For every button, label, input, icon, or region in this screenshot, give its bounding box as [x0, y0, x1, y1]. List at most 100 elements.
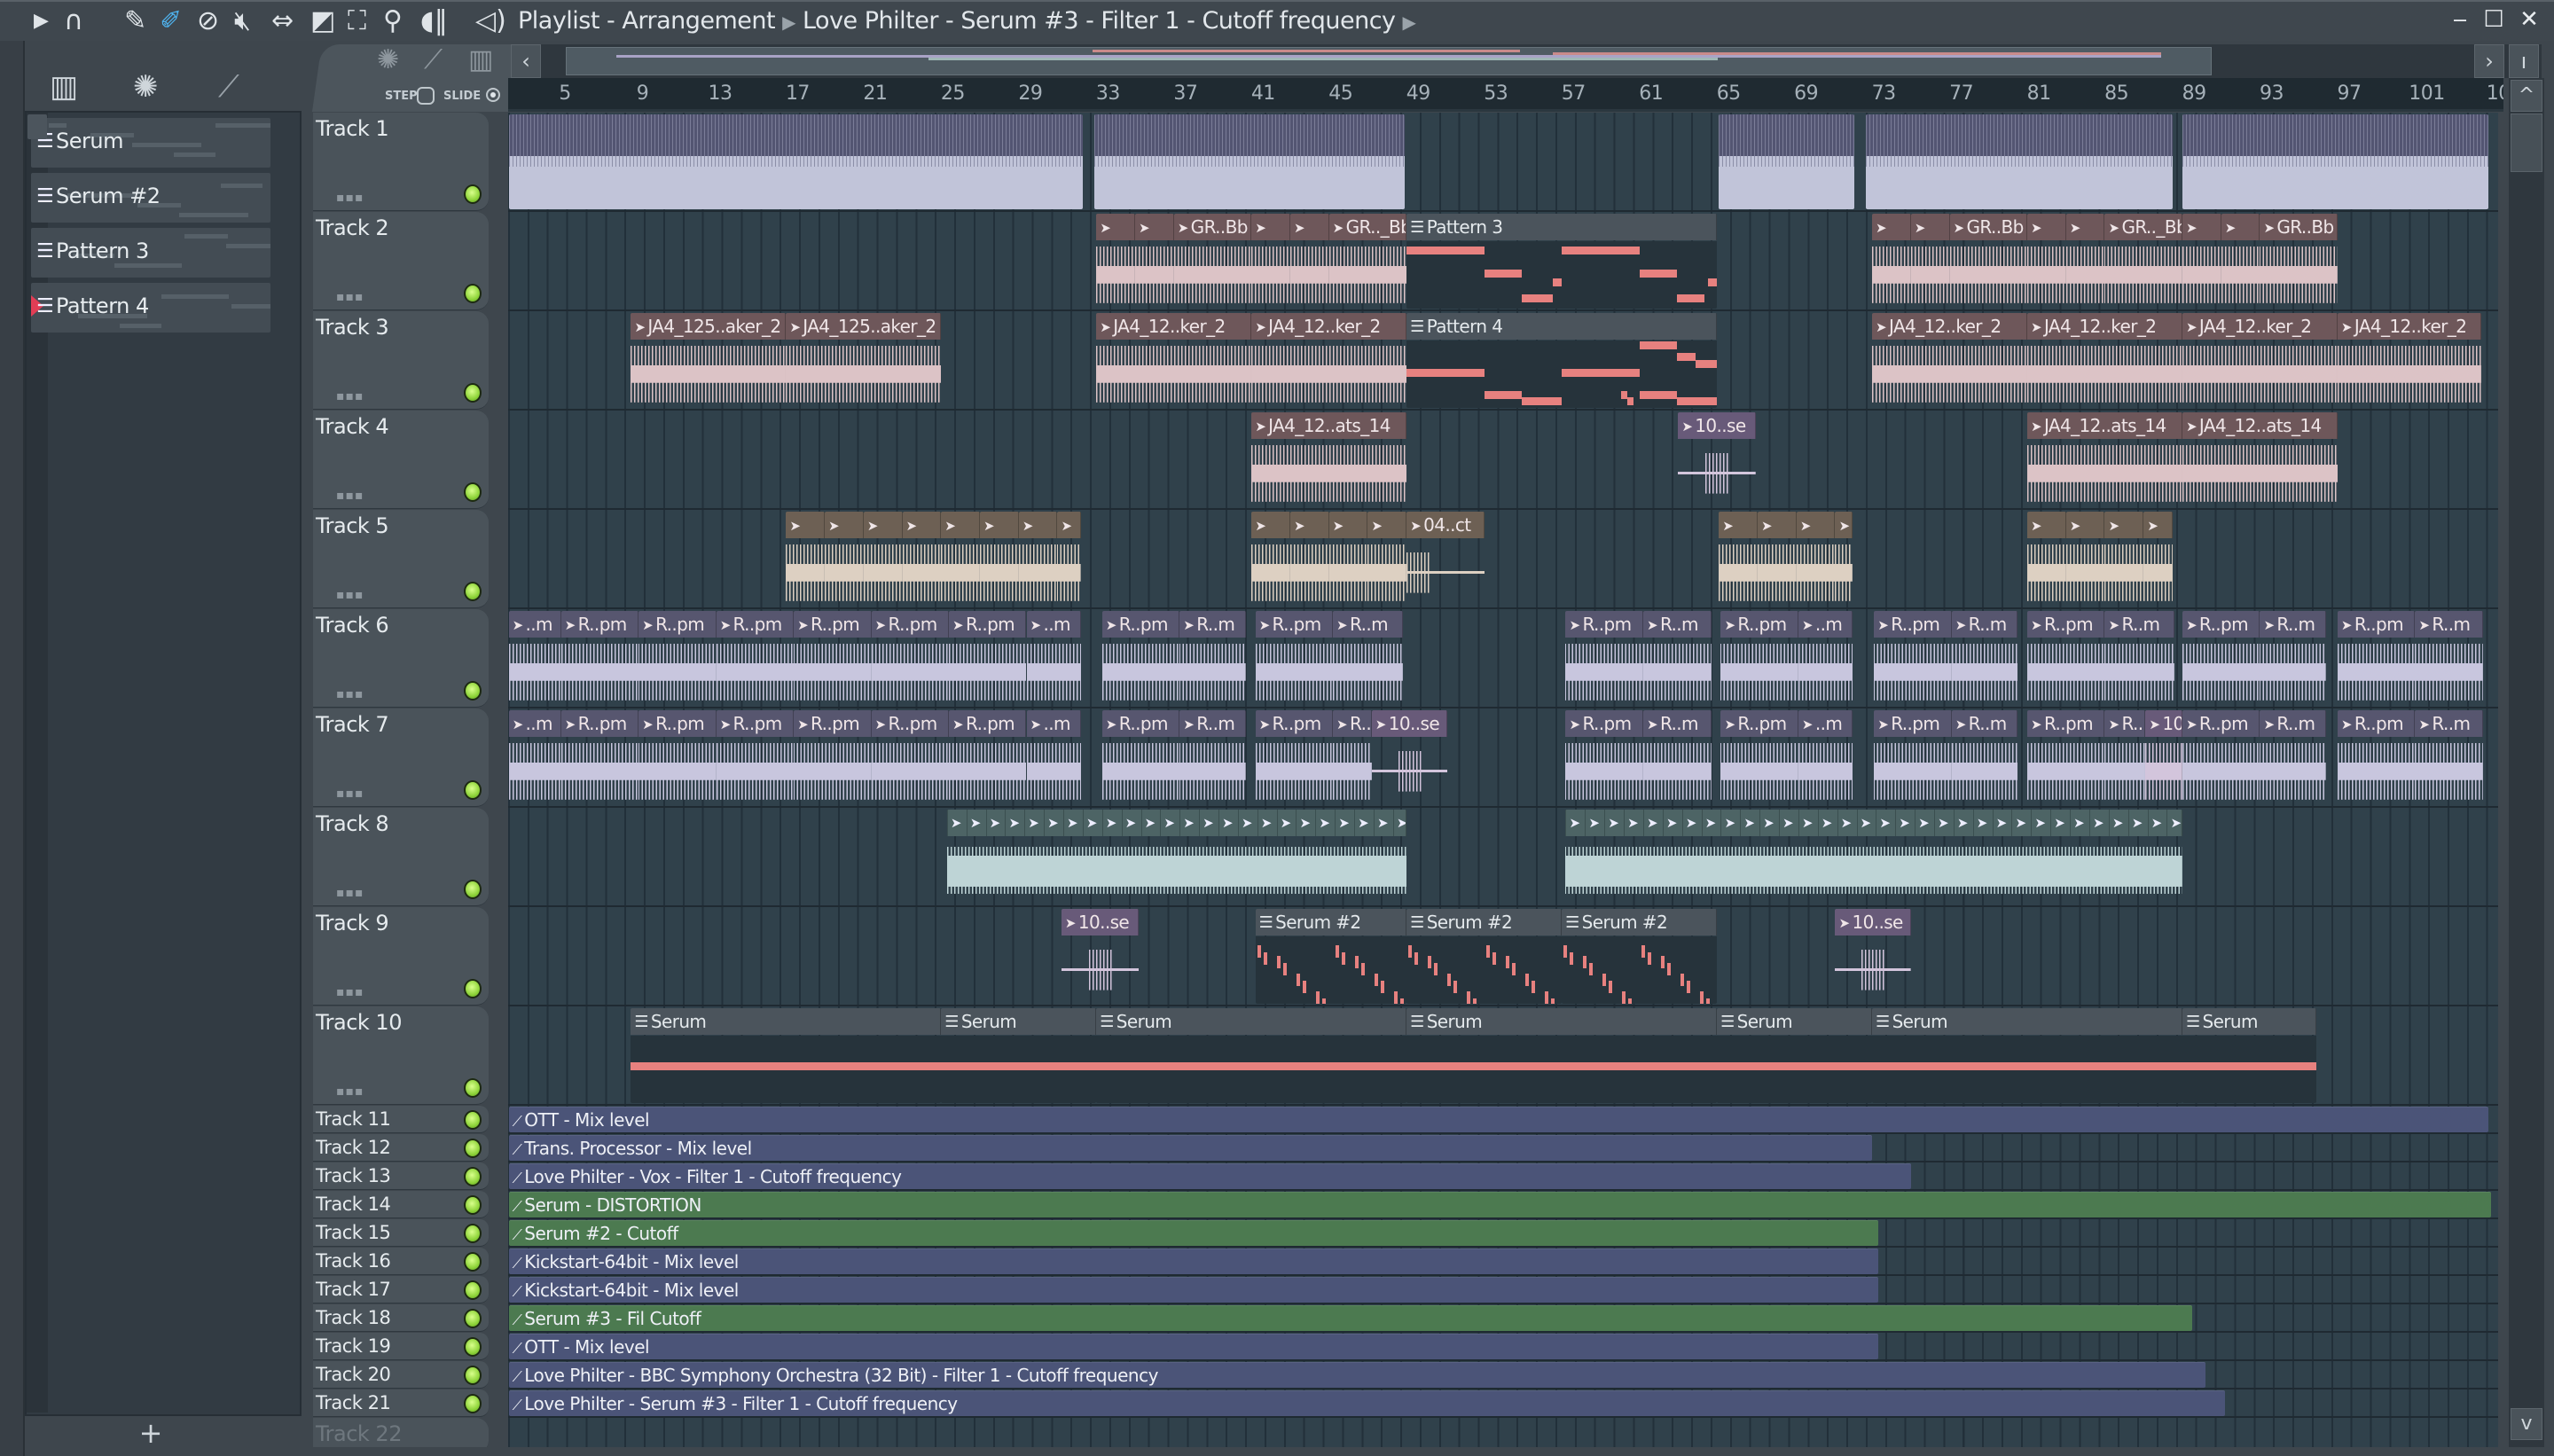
- audio-clip[interactable]: ➤: [1289, 214, 1329, 309]
- audio-clip[interactable]: ➤: [2182, 214, 2221, 309]
- audio-clip[interactable]: ➤ R..pm: [949, 710, 1027, 805]
- track-enable-led[interactable]: [464, 780, 482, 800]
- pattern-clip[interactable]: ☰ Serum: [2182, 1008, 2316, 1103]
- audio-clip[interactable]: ➤: [2065, 512, 2105, 607]
- audio-clip[interactable]: [1866, 114, 2173, 209]
- maximize-button[interactable]: ☐: [2478, 4, 2510, 35]
- audio-clip[interactable]: ➤ R..pm: [1565, 710, 1643, 805]
- speaker-icon[interactable]: ◁): [475, 5, 506, 37]
- audio-clip[interactable]: ➤ ➤ ➤ ➤ ➤ ➤ ➤ ➤ ➤ ➤ ➤ ➤ ➤ ➤ ➤ ➤ ➤ ➤ ➤ ➤ ➤ ➤ ➤ ➤: [946, 810, 1407, 904]
- minimize-button[interactable]: ‒: [2444, 4, 2476, 35]
- select-icon[interactable]: ⛶: [348, 5, 366, 37]
- audio-clip[interactable]: ➤R..m: [2415, 710, 2483, 805]
- pencil-icon[interactable]: ✎: [124, 5, 146, 37]
- pattern-clip[interactable]: ☰ Serum #2: [1406, 909, 1563, 1004]
- automation-clip[interactable]: ⟋ Serum #3 - Fil Cutoff: [508, 1305, 2192, 1331]
- pattern-clip[interactable]: ☰ Serum: [941, 1008, 1097, 1103]
- track-enable-led[interactable]: [464, 681, 482, 701]
- audio-clip[interactable]: ➤ R..pm: [794, 710, 872, 805]
- track-enable-led[interactable]: [464, 1139, 482, 1158]
- track-options-icon[interactable]: ▪▪▪: [336, 787, 364, 801]
- audio-clip[interactable]: ➤ ..m: [1798, 710, 1853, 805]
- audio-clip[interactable]: ➤ R..pm: [1101, 611, 1180, 706]
- audio-clip[interactable]: ➤: [2143, 512, 2173, 607]
- track-enable-led[interactable]: [464, 1394, 482, 1413]
- track-header[interactable]: Track 21: [313, 1389, 489, 1417]
- track-enable-led[interactable]: [464, 1110, 482, 1130]
- zoom-icon[interactable]: ⚲: [383, 5, 403, 37]
- audio-clip[interactable]: ➤10..se: [1371, 710, 1448, 805]
- audio-clip[interactable]: [2182, 114, 2489, 209]
- scroll-down-button[interactable]: v: [2511, 1408, 2542, 1440]
- track-header[interactable]: Track 4 ▪▪▪: [313, 411, 489, 509]
- automation-clip[interactable]: ⟋ Love Philter - BBC Symphony Orchestra (…: [508, 1362, 2206, 1388]
- audio-clip[interactable]: ➤R..m: [1642, 611, 1712, 706]
- audio-clip[interactable]: ➤ JA4_12..ker_2: [2337, 313, 2481, 408]
- paint-brush-icon[interactable]: ✐: [160, 5, 182, 37]
- track-enable-led[interactable]: [464, 184, 482, 204]
- audio-clip[interactable]: ➤ R..pm: [2182, 611, 2260, 706]
- audio-clip[interactable]: ➤ JA4_12..ats_14: [2026, 412, 2182, 507]
- audio-clip[interactable]: ➤ GR..Bb: [2260, 214, 2338, 309]
- audio-clip[interactable]: ➤10..se: [2145, 710, 2182, 805]
- track-options-icon[interactable]: ▪▪▪: [336, 1084, 364, 1099]
- audio-clip[interactable]: ➤ R..pm: [794, 611, 872, 706]
- audio-clip[interactable]: ➤ 04..ct: [1406, 512, 1485, 607]
- audio-clip[interactable]: ➤R..m: [1179, 611, 1246, 706]
- audio-clip[interactable]: ➤: [1134, 214, 1174, 309]
- track-enable-led[interactable]: [464, 880, 482, 899]
- audio-clip[interactable]: ➤R..m: [1333, 611, 1403, 706]
- audio-clip[interactable]: ➤: [1796, 512, 1836, 607]
- add-pattern-button[interactable]: +: [133, 1416, 168, 1450]
- audio-clip[interactable]: ➤ R..pm: [2026, 611, 2105, 706]
- audio-clip[interactable]: ➤ R..pm: [638, 710, 717, 805]
- pattern-clip[interactable]: ☰ Serum #2: [1562, 909, 1718, 1004]
- scroll-left-button[interactable]: ‹: [511, 44, 541, 78]
- track-header[interactable]: Track 19: [313, 1333, 489, 1360]
- track-header[interactable]: Track 8 ▪▪▪: [313, 808, 489, 906]
- audio-clip[interactable]: ➤ JA4_12..ker_2: [1096, 313, 1252, 408]
- track-header[interactable]: Track 10 ▪▪▪: [313, 1006, 489, 1105]
- audio-filter-icon[interactable]: ✺: [377, 44, 399, 75]
- pattern-clip[interactable]: ☰ Serum: [1717, 1008, 1873, 1103]
- track-options-icon[interactable]: ▪▪▪: [336, 588, 364, 602]
- audio-clip[interactable]: ➤R..m: [1179, 710, 1246, 805]
- track-enable-led[interactable]: [464, 1224, 482, 1243]
- automation-clip[interactable]: ⟋ OTT - Mix level: [508, 1107, 2489, 1132]
- piano-roll-tab-icon[interactable]: ▥: [50, 69, 78, 105]
- automation-clip[interactable]: ⟋ OTT - Mix level: [508, 1334, 1878, 1359]
- audio-clip[interactable]: ➤ R..pm: [871, 611, 949, 706]
- track-options-icon[interactable]: ▪▪▪: [336, 290, 364, 304]
- audio-clip[interactable]: ➤R..m: [2104, 611, 2175, 706]
- track-options-icon[interactable]: ▪▪▪: [336, 489, 364, 503]
- track-enable-led[interactable]: [464, 383, 482, 403]
- audio-clip[interactable]: ➤R..m: [2260, 611, 2326, 706]
- audio-clip[interactable]: ➤: [1328, 512, 1368, 607]
- scroll-right-button[interactable]: ›: [2474, 44, 2504, 78]
- pattern-clip[interactable]: ☰ Serum #2: [1255, 909, 1407, 1004]
- automation-tab-icon[interactable]: ⟋: [218, 69, 239, 105]
- audio-clip[interactable]: ➤ JA4_12..ker_2: [1872, 313, 2027, 408]
- pattern-item-serum-2[interactable]: ☰ Serum #2: [31, 173, 270, 223]
- track-enable-led[interactable]: [464, 284, 482, 303]
- track-header[interactable]: Track 6 ▪▪▪: [313, 609, 489, 708]
- audio-clip[interactable]: ➤: [2221, 214, 2260, 309]
- audio-clip[interactable]: ➤ R..pm: [949, 611, 1027, 706]
- track-header[interactable]: Track 18: [313, 1304, 489, 1332]
- track-enable-led[interactable]: [464, 1252, 482, 1272]
- track-header[interactable]: Track 20: [313, 1361, 489, 1389]
- track-enable-led[interactable]: [464, 1078, 482, 1098]
- track-header[interactable]: Track 7 ▪▪▪: [313, 708, 489, 807]
- audio-clip[interactable]: ➤ ..m: [508, 710, 561, 805]
- zoom-handle[interactable]: ı: [2509, 44, 2539, 78]
- track-header[interactable]: Track 2 ▪▪▪: [313, 212, 489, 310]
- vertical-scrollbar[interactable]: ^ v: [2509, 78, 2544, 1447]
- track-enable-led[interactable]: [464, 1309, 482, 1328]
- audio-clip[interactable]: ➤10..se: [1678, 412, 1756, 507]
- track-enable-led[interactable]: [464, 979, 482, 998]
- audio-clip[interactable]: [508, 114, 1083, 209]
- audio-clip[interactable]: ➤ R..pm: [1720, 710, 1798, 805]
- track-enable-led[interactable]: [464, 1280, 482, 1300]
- audio-clip[interactable]: ➤ JA4_12..ats_14: [1251, 412, 1407, 507]
- audio-clip[interactable]: ➤: [786, 512, 826, 607]
